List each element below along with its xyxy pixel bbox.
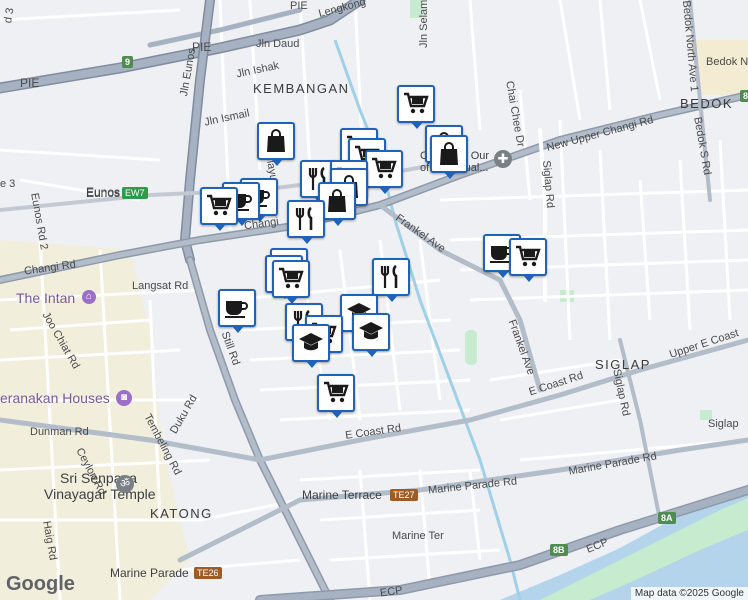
road-label-langsat: Langsat Rd [132, 280, 189, 292]
area-siglap: SIGLAP [595, 357, 651, 372]
road-label-jln-selamat: Jln Selamat [418, 0, 430, 48]
area-katong: KATONG [150, 506, 213, 521]
museum-icon: ⌂ [82, 290, 96, 304]
area-kembangan: KEMBANGAN [253, 81, 350, 96]
station-eunos-code: EW7 [122, 187, 148, 199]
map-attribution[interactable]: Map data ©2025 Google [630, 587, 748, 600]
camera-icon: ◙ [116, 390, 132, 406]
road-label-pie: PIE [290, 0, 308, 12]
cart-marker[interactable] [317, 374, 355, 418]
road-label-pie3: PIE [20, 76, 40, 90]
route-badge-8a: 8A [658, 512, 676, 524]
shopping-cart-icon [207, 194, 232, 216]
shopping-bag-icon [328, 189, 346, 212]
cafe-marker[interactable] [218, 289, 256, 333]
shopping-cart-icon [324, 381, 349, 403]
station-marine-parade[interactable]: Marine Parade [110, 566, 189, 580]
poi-sri-senpaga-2[interactable]: Vinayagar Temple [44, 486, 156, 502]
station-marine-parade-code: TE26 [194, 567, 222, 579]
church-icon: ✚ [494, 150, 512, 168]
route-badge-8b: 8B [550, 544, 568, 556]
road-label-dunman: Dunman Rd [30, 426, 89, 438]
poi-the-intan[interactable]: The Intan [16, 290, 75, 306]
cart-marker[interactable] [272, 260, 310, 304]
road-label-jln-daud: Jln Daud [256, 38, 300, 50]
cart-marker[interactable] [365, 150, 403, 194]
school-marker[interactable] [292, 324, 330, 368]
shopping-cart-icon [404, 92, 429, 114]
station-eunos[interactable]: Eunos [86, 186, 120, 200]
road-label-rd3b: e 3 [0, 178, 16, 190]
bag-marker[interactable] [430, 135, 468, 179]
shopping-cart-icon [372, 157, 397, 179]
station-marine-terrace[interactable]: Marine Terrace [302, 488, 382, 502]
route-badge-9: 9 [122, 56, 134, 68]
road-pie [0, 0, 366, 94]
shopping-cart-icon [279, 267, 304, 289]
map[interactable]: KEMBANGAN BEDOK SIGLAP KATONG PIE PIE PI… [0, 0, 748, 600]
graduation-cap-icon [299, 333, 323, 351]
bag-marker[interactable] [257, 122, 295, 166]
fork-knife-icon [295, 206, 313, 230]
fork-knife-icon [380, 264, 398, 288]
shopping-bag-icon [440, 142, 458, 165]
coffee-cup-icon [225, 301, 248, 318]
cart-marker[interactable] [509, 238, 547, 282]
road-label-siglap-right: Siglap [708, 418, 739, 430]
poi-peranakan-houses[interactable]: eranakan Houses [0, 390, 110, 406]
road-label-marine-ter: Marine Ter [392, 530, 444, 542]
temple-icon: ॐ [116, 475, 134, 493]
cart-marker[interactable] [200, 187, 238, 231]
road-label-bedok-n: Bedok N [706, 56, 748, 68]
google-logo: Google [6, 573, 75, 595]
food-marker[interactable] [372, 258, 410, 302]
graduation-cap-icon [359, 322, 383, 340]
area-bedok: BEDOK [680, 96, 734, 111]
route-badge-8: 8 [740, 90, 748, 102]
station-marine-terrace-code: TE27 [390, 489, 418, 501]
shopping-cart-icon [516, 245, 541, 267]
cart-marker[interactable] [397, 85, 435, 129]
shopping-bag-icon [267, 129, 285, 152]
food-marker[interactable] [287, 200, 325, 244]
school-marker[interactable] [352, 313, 390, 357]
